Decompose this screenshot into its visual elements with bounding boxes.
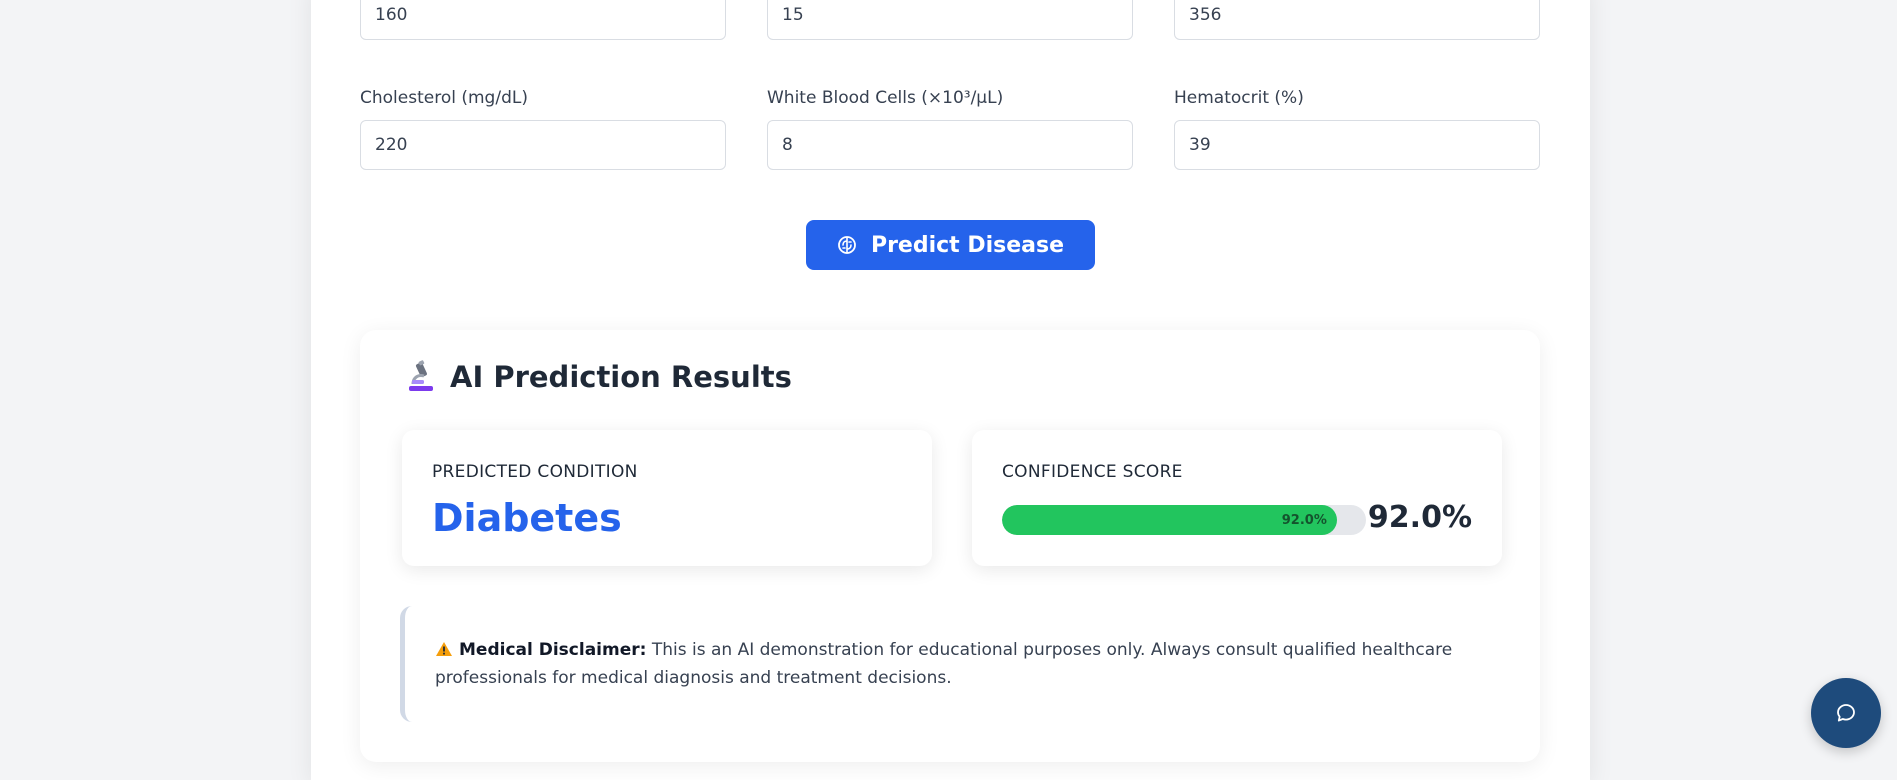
microscope-icon [409,360,433,391]
results-title-text: AI Prediction Results [450,360,792,394]
hematocrit-field: Hematocrit (%) 39 [1174,86,1540,170]
chat-icon [1837,704,1855,722]
predicted-condition-value: Diabetes [432,496,622,540]
warning-icon [436,642,452,656]
results-title: AI Prediction Results [404,360,792,394]
chat-button[interactable] [1811,678,1881,748]
white-blood-cells-field: White Blood Cells (×10³/μL) 8 [767,86,1133,170]
disclaimer-text: Medical Disclaimer: This is an AI demons… [435,636,1465,692]
input-field[interactable]: 356 [1174,0,1540,40]
confidence-progress-fill: 92.0% [1002,505,1337,535]
medical-disclaimer: Medical Disclaimer: This is an AI demons… [400,606,1500,722]
confidence-bar-label: 92.0% [1281,512,1327,528]
predicted-condition-caption: PREDICTED CONDITION [432,462,638,482]
white-blood-cells-input[interactable]: 8 [767,120,1133,170]
hematocrit-input[interactable]: 39 [1174,120,1540,170]
input-field[interactable]: 160 [360,0,726,40]
confidence-score-card: CONFIDENCE SCORE 92.0% 92.0% [972,430,1502,566]
cholesterol-input[interactable]: 220 [360,120,726,170]
predicted-condition-card: PREDICTED CONDITION Diabetes [402,430,932,566]
brain-icon [838,236,856,254]
disclaimer-label: Medical Disclaimer: [459,640,647,660]
input-field[interactable]: 15 [767,0,1133,40]
predict-disease-button[interactable]: Predict Disease [806,220,1095,270]
white-blood-cells-label: White Blood Cells (×10³/μL) [767,88,1004,108]
confidence-score-value: 92.0% [1367,500,1472,535]
hematocrit-label: Hematocrit (%) [1174,88,1304,108]
confidence-progress-bar: 92.0% [1002,505,1366,535]
cholesterol-field: Cholesterol (mg/dL) 220 [360,86,726,170]
cholesterol-label: Cholesterol (mg/dL) [360,88,528,108]
predict-button-label: Predict Disease [870,232,1065,258]
results-panel: AI Prediction Results PREDICTED CONDITIO… [360,330,1540,762]
confidence-score-caption: CONFIDENCE SCORE [1002,462,1183,482]
